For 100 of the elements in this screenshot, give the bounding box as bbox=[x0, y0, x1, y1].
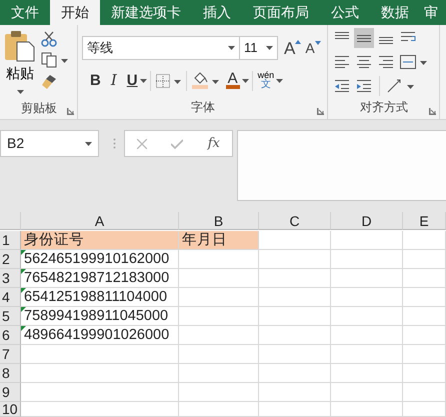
column-header[interactable]: C bbox=[259, 212, 331, 230]
ribbon-tab[interactable]: 审 bbox=[420, 0, 440, 25]
caret-icon bbox=[266, 46, 273, 50]
table-cell bbox=[331, 231, 403, 250]
ribbon-tab[interactable]: 页面布局 bbox=[242, 0, 320, 25]
caret-icon bbox=[16, 90, 24, 94]
row-header[interactable]: 7 bbox=[0, 345, 21, 364]
table-cell bbox=[331, 326, 403, 345]
caret-icon bbox=[242, 78, 249, 82]
table-cell: 562465199910162000 bbox=[21, 250, 179, 269]
align-center-icon bbox=[356, 55, 372, 69]
table-cell bbox=[403, 231, 446, 250]
table-cell bbox=[259, 231, 331, 250]
caret-icon bbox=[228, 46, 235, 50]
table-cell: 654125198811104000 bbox=[21, 288, 179, 307]
alignment-button[interactable] bbox=[398, 52, 429, 72]
table-cell bbox=[403, 288, 446, 307]
font-size-field[interactable]: 11 bbox=[240, 36, 278, 60]
ribbon-tab[interactable]: 开始 bbox=[50, 0, 100, 25]
ribbon-tab[interactable]: 新建选项卡 bbox=[100, 0, 192, 25]
check-icon bbox=[171, 138, 184, 148]
dialog-launcher-icon bbox=[429, 108, 436, 115]
table-cell bbox=[331, 288, 403, 307]
caret-icon bbox=[276, 78, 284, 82]
merge-cells-icon bbox=[400, 55, 416, 69]
row-header[interactable]: 5 bbox=[0, 307, 21, 326]
scissors-icon bbox=[41, 31, 58, 47]
column-header[interactable]: E bbox=[403, 212, 446, 230]
table-cell: 765482198712183000 bbox=[21, 269, 179, 288]
table-cell bbox=[331, 402, 403, 417]
italic-button[interactable]: I bbox=[108, 72, 119, 89]
caret-icon bbox=[174, 80, 181, 84]
column-header[interactable]: B bbox=[179, 212, 259, 230]
table-cell bbox=[403, 307, 446, 326]
table-cell bbox=[259, 402, 331, 417]
table-cell bbox=[259, 326, 331, 345]
table-cell bbox=[259, 269, 331, 288]
table-cell bbox=[331, 364, 403, 383]
table-cell bbox=[403, 383, 446, 402]
table-cell: 489664199901026000 bbox=[21, 326, 179, 345]
table-cell bbox=[331, 250, 403, 269]
borders-icon bbox=[156, 74, 170, 88]
row-header[interactable]: 1 bbox=[0, 231, 21, 250]
decrease-indent-icon bbox=[334, 79, 350, 93]
table-cell bbox=[331, 383, 403, 402]
alignment-button[interactable] bbox=[354, 28, 374, 48]
ribbon-tab[interactable]: 公式 bbox=[320, 0, 370, 25]
table-cell bbox=[259, 345, 331, 364]
ribbon-tab[interactable]: 插入 bbox=[192, 0, 242, 25]
paint-bucket-icon bbox=[192, 72, 208, 89]
align-left-icon bbox=[334, 55, 350, 69]
row-header[interactable]: 9 bbox=[0, 383, 21, 402]
row-header[interactable]: 8 bbox=[0, 364, 21, 383]
underline-button[interactable]: U bbox=[124, 72, 140, 89]
grow-font-button[interactable]: A bbox=[282, 38, 304, 58]
table-cell: 年月日 bbox=[179, 231, 259, 250]
table-cell bbox=[259, 383, 331, 402]
font-color-button[interactable]: A bbox=[224, 71, 242, 90]
table-cell bbox=[403, 364, 446, 383]
caret-icon bbox=[407, 85, 414, 90]
group-label: 字体 bbox=[191, 99, 215, 116]
name-box[interactable]: B2 bbox=[0, 130, 99, 157]
caret-icon bbox=[85, 142, 92, 146]
increase-indent-icon bbox=[356, 79, 372, 93]
bold-button[interactable]: B bbox=[88, 72, 103, 89]
copy-button[interactable] bbox=[39, 51, 70, 70]
row-header[interactable]: 3 bbox=[0, 269, 21, 288]
borders-button[interactable] bbox=[154, 72, 183, 88]
column-header[interactable]: A bbox=[21, 212, 179, 230]
paste-button[interactable]: 粘贴 bbox=[4, 28, 36, 99]
shrink-font-button[interactable]: A bbox=[303, 40, 323, 56]
grip-icon bbox=[113, 138, 116, 149]
row-header[interactable]: 10 bbox=[0, 402, 21, 417]
font-name-field[interactable]: 等线 bbox=[82, 36, 240, 60]
row-header[interactable]: 6 bbox=[0, 326, 21, 345]
group-label: 剪贴板 bbox=[21, 100, 57, 117]
table-cell bbox=[259, 364, 331, 383]
table-cell bbox=[403, 250, 446, 269]
table-cell bbox=[403, 402, 446, 417]
caret-icon bbox=[212, 80, 219, 84]
copy-icon bbox=[41, 52, 58, 68]
insert-function-button[interactable]: fx bbox=[208, 134, 220, 154]
table-cell bbox=[259, 307, 331, 326]
row-header[interactable]: 4 bbox=[0, 288, 21, 307]
ribbon-tab[interactable]: 文件 bbox=[0, 0, 50, 25]
group-label: 对齐方式 bbox=[360, 99, 408, 116]
table-cell bbox=[403, 269, 446, 288]
phonetic-button[interactable]: wén 文 bbox=[256, 70, 276, 91]
dialog-launcher-icon bbox=[67, 108, 74, 115]
row-header[interactable]: 2 bbox=[0, 250, 21, 269]
table-cell: 身份证号 bbox=[21, 231, 179, 250]
fill-color-button[interactable] bbox=[190, 71, 221, 90]
ribbon-tab[interactable]: 数据 bbox=[370, 0, 420, 25]
table-cell bbox=[403, 326, 446, 345]
table-cell bbox=[403, 345, 446, 364]
column-header[interactable]: D bbox=[331, 212, 403, 230]
formula-input[interactable] bbox=[237, 130, 446, 201]
caret-icon bbox=[140, 78, 147, 82]
caret-icon bbox=[420, 61, 427, 66]
dialog-launcher-icon bbox=[317, 108, 324, 115]
